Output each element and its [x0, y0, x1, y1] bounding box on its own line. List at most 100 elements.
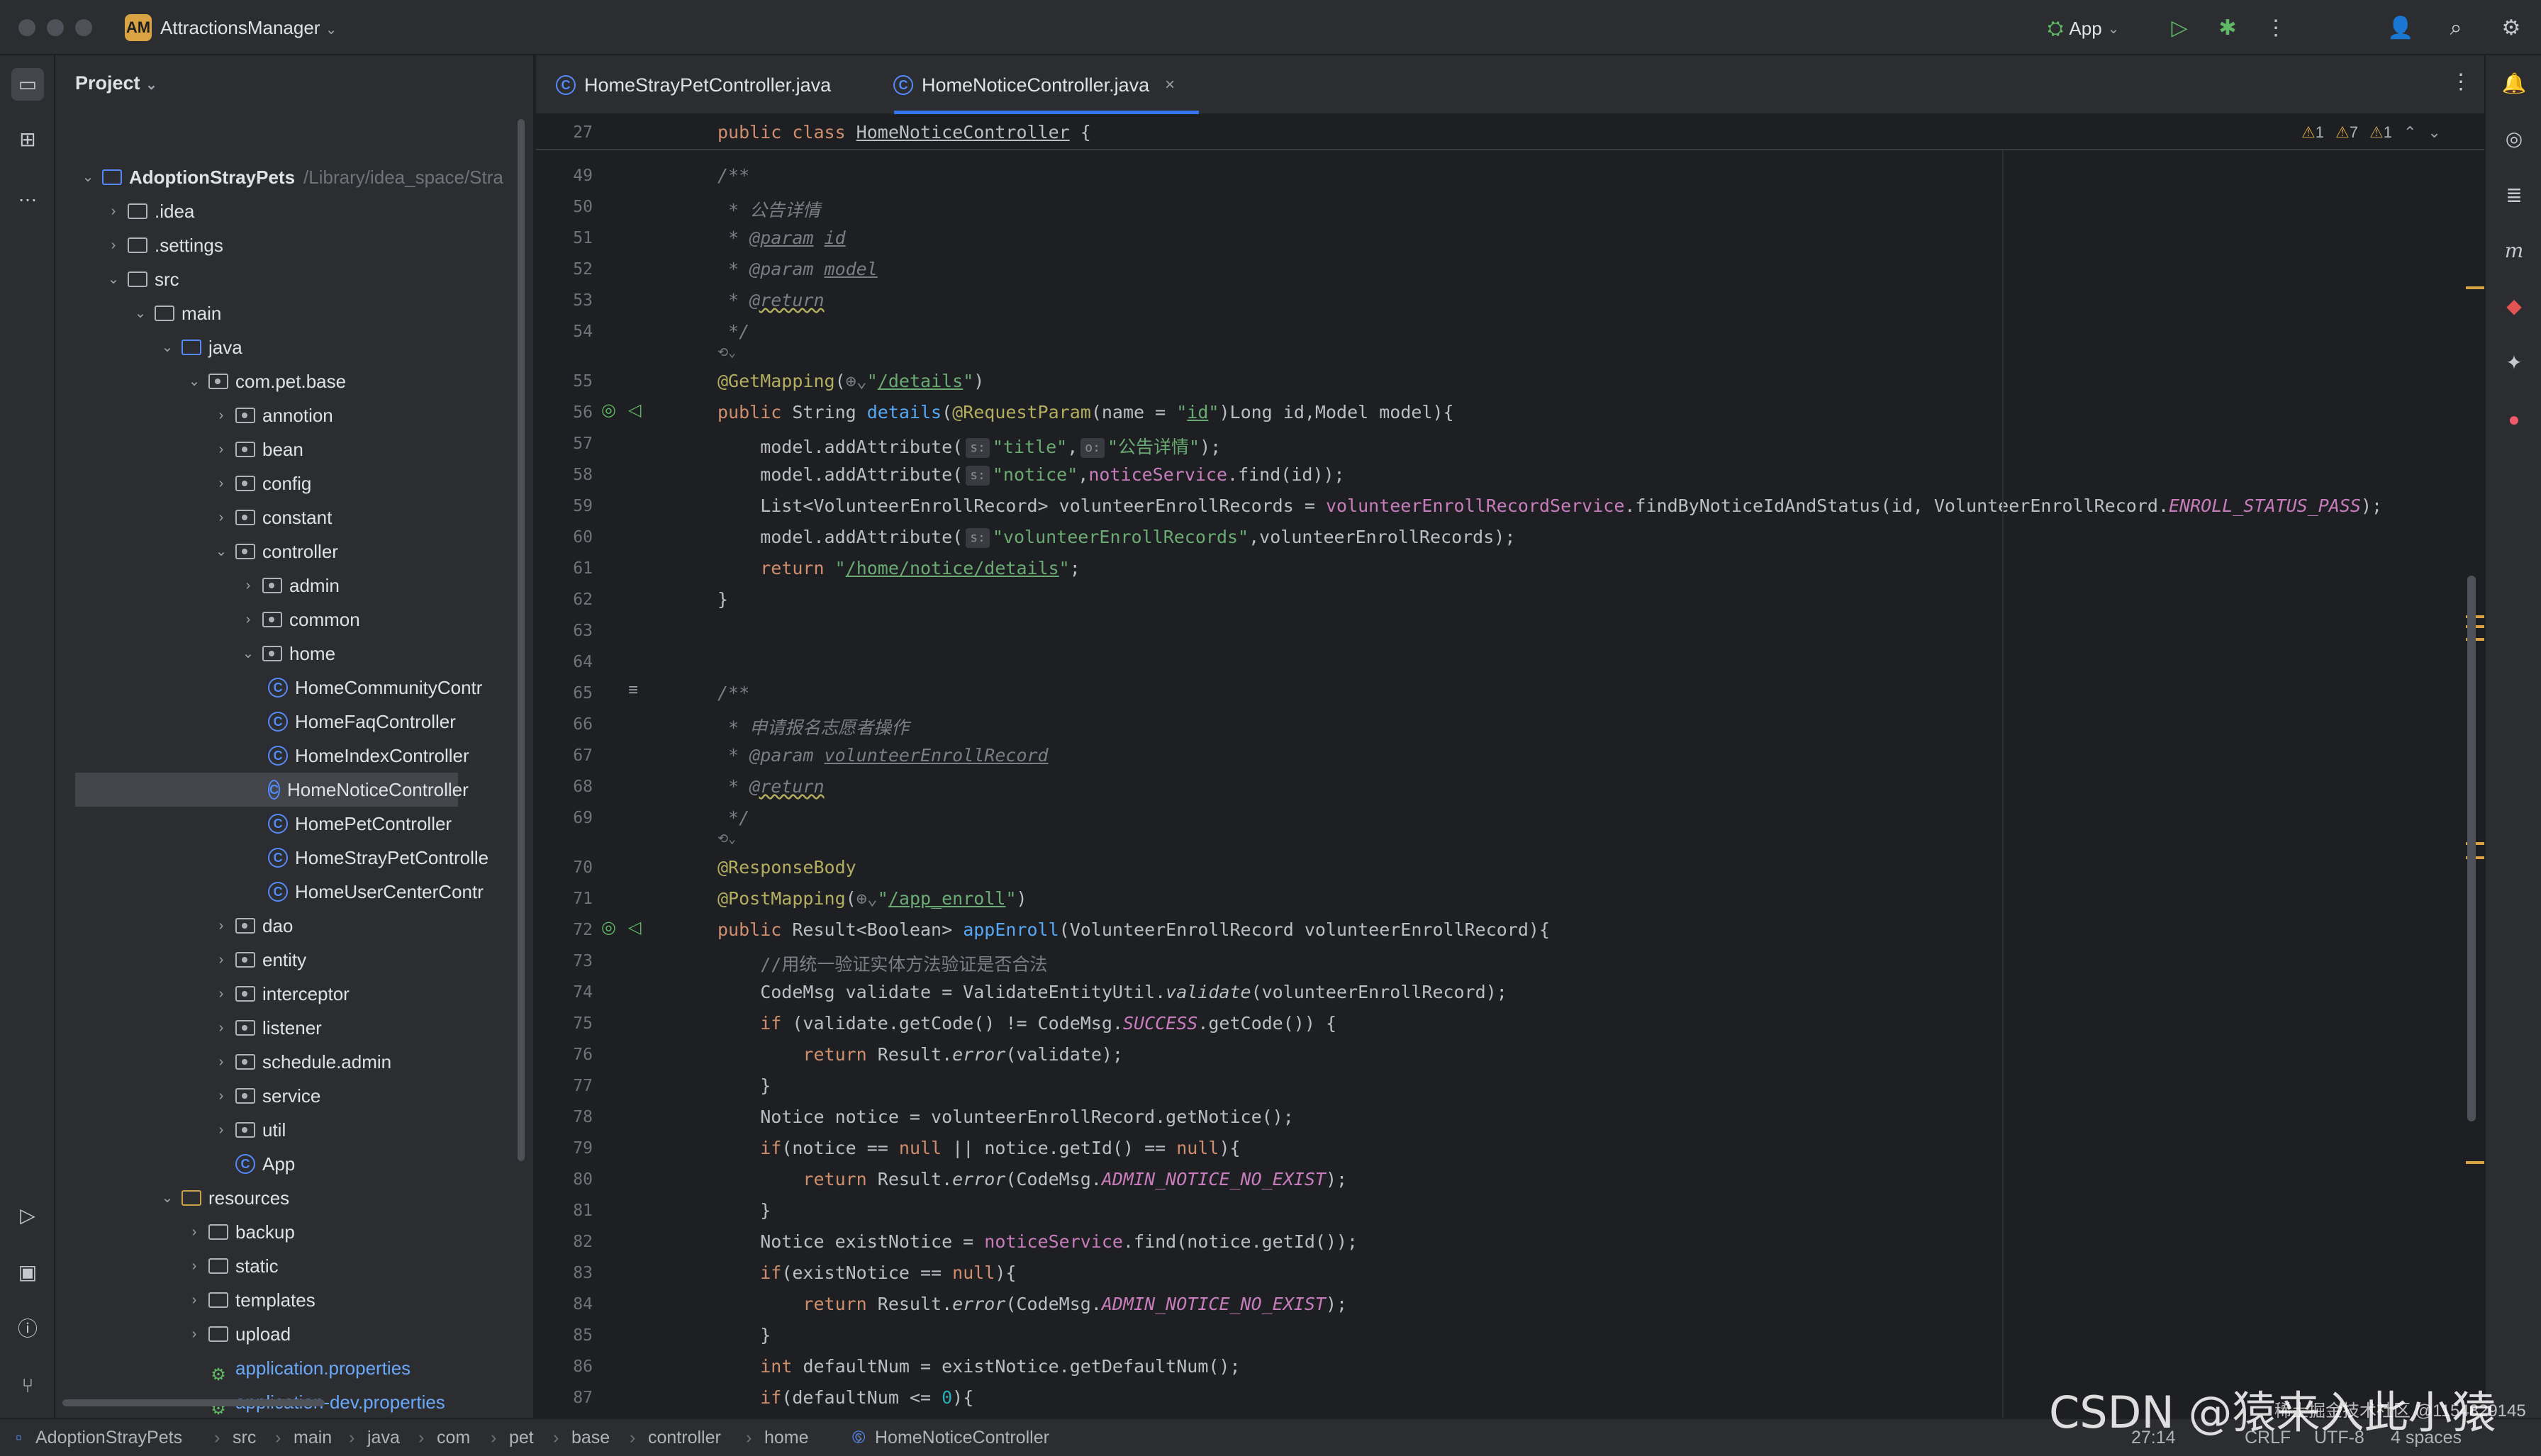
tree-item[interactable]: C App [55, 1147, 516, 1181]
chevron-right-icon[interactable]: › [214, 977, 228, 1011]
chevron-right-icon[interactable]: › [187, 1283, 201, 1317]
tree-item[interactable]: ⌄ main [55, 296, 516, 330]
tree-item[interactable]: › entity [55, 943, 516, 977]
tree-item[interactable]: › dao [55, 909, 516, 943]
terminal-tool-icon[interactable]: ▣ [11, 1256, 44, 1289]
sticky-class-header[interactable]: 27 public class HomeNoticeController { ⚠… [536, 116, 2484, 150]
tree-item[interactable]: C HomeCommunityContr [55, 671, 516, 705]
structure-tool-icon[interactable]: ⊞ [11, 123, 44, 156]
chevron-down-icon[interactable]: ⌄ [106, 262, 121, 296]
maven-icon[interactable]: m [2498, 235, 2530, 267]
code-line[interactable]: */ [717, 807, 749, 828]
problems-tool-icon[interactable]: ⓘ [11, 1313, 44, 1345]
close-window-button[interactable] [18, 19, 35, 36]
code-line[interactable]: model.addAttribute(s: "title", o: "公告详情"); [717, 433, 1221, 459]
code-line[interactable]: int defaultNum = existNotice.getDefaultN… [717, 1356, 1240, 1377]
code-line[interactable]: Notice notice = volunteerEnrollRecord.ge… [717, 1107, 1294, 1127]
code-line[interactable]: return "/home/notice/details"; [717, 558, 1080, 578]
chevron-right-icon[interactable]: › [106, 228, 121, 262]
endpoint-icon[interactable]: ◁ [628, 917, 641, 938]
more-tools-icon[interactable]: … [11, 179, 44, 211]
add-user-icon[interactable]: 👤 [2386, 14, 2415, 43]
breadcrumb-item[interactable]: base [571, 1428, 610, 1448]
chevron-down-icon[interactable]: ⌄ [160, 330, 174, 364]
code-line[interactable]: model.addAttribute(s: "volunteerEnrollRec… [717, 527, 1515, 548]
bean-icon[interactable]: ◎ [601, 400, 616, 420]
endpoint-icon[interactable]: ◁ [628, 400, 641, 420]
chevron-right-icon[interactable]: › [214, 909, 228, 943]
breadcrumb-item[interactable]: pet [509, 1428, 534, 1448]
tree-horizontal-scrollbar[interactable] [62, 1399, 325, 1406]
tab-home-stray-pet-controller[interactable]: C HomeStrayPetController.java [556, 55, 831, 115]
chevron-down-icon[interactable]: ⌄ [160, 1181, 174, 1215]
tree-item[interactable]: › util [55, 1113, 516, 1147]
fold-hint-icon[interactable]: ⟲⌄ [717, 345, 736, 360]
chevron-right-icon[interactable]: › [106, 194, 121, 228]
search-icon[interactable]: ⌕ [2442, 14, 2470, 43]
chevron-down-icon[interactable]: ⌄ [187, 364, 201, 398]
chevron-right-icon[interactable]: › [241, 603, 255, 637]
code-line[interactable]: * @param model [717, 259, 878, 279]
chevron-right-icon[interactable]: › [187, 1215, 201, 1249]
code-line[interactable]: CodeMsg validate = ValidateEntityUtil.va… [717, 982, 1507, 1002]
code-line[interactable]: @ResponseBody [717, 857, 856, 878]
database-icon[interactable]: ≣ [2498, 180, 2530, 211]
tree-item[interactable]: › templates [55, 1283, 516, 1317]
chevron-down-icon[interactable]: ⌄ [133, 296, 147, 330]
tree-item[interactable]: ⌄ controller [55, 534, 516, 569]
code-line[interactable]: } [717, 589, 728, 610]
code-line[interactable]: * @param id [717, 228, 846, 248]
tree-scrollbar[interactable] [518, 119, 525, 1161]
tree-item[interactable]: › annotion [55, 398, 516, 432]
debug-icon[interactable]: ✱ [2213, 14, 2242, 43]
tree-item[interactable]: ⌄ src [55, 262, 516, 296]
code-line[interactable]: public String details(@RequestParam(name… [717, 402, 1454, 422]
tree-item[interactable]: › .settings [55, 228, 516, 262]
code-line[interactable]: * @return [717, 290, 824, 310]
code-line[interactable]: if(defaultNum <= 0){ [717, 1387, 973, 1408]
tree-item[interactable]: ⚙ application.properties [55, 1351, 516, 1385]
project-badge[interactable]: AM [125, 14, 152, 41]
bean-icon[interactable]: ◎ [601, 917, 616, 938]
tree-item[interactable]: › listener [55, 1011, 516, 1045]
ai-assistant-icon[interactable]: ◎ [2498, 123, 2530, 155]
tree-item[interactable]: C HomePetController [55, 807, 516, 841]
chevron-right-icon[interactable]: › [214, 1113, 228, 1147]
tree-item[interactable]: ⌄ home [55, 637, 516, 671]
chevron-down-icon[interactable]: ⌄ [241, 637, 255, 671]
tree-item[interactable]: › static [55, 1249, 516, 1283]
tree-item[interactable]: ⌄ com.pet.base [55, 364, 516, 398]
tree-item[interactable]: ⌄ AdoptionStrayPets/Library/idea_space/St… [55, 160, 516, 194]
tree-item[interactable]: ⌄ resources [55, 1181, 516, 1215]
project-tool-icon[interactable]: ▭ [11, 68, 44, 101]
chevron-right-icon[interactable]: › [214, 432, 228, 466]
breadcrumb-item[interactable]: java [367, 1428, 400, 1448]
code-line[interactable]: public Result<Boolean> appEnroll(Volunte… [717, 919, 1550, 940]
code-line[interactable]: */ [717, 321, 749, 342]
tree-item[interactable]: C HomeNoticeController [75, 773, 469, 807]
tree-item[interactable]: C HomeStrayPetControlle [55, 841, 516, 875]
more-icon[interactable]: ⋮ [2262, 14, 2290, 43]
code-line[interactable]: //用统一验证实体方法验证是否合法 [717, 951, 1047, 976]
breadcrumb-item[interactable]: main [294, 1428, 332, 1448]
settings-icon[interactable]: ⚙ [2497, 14, 2525, 43]
code-line[interactable]: if(notice == null || notice.getId() == n… [717, 1138, 1240, 1158]
tree-item[interactable]: › interceptor [55, 977, 516, 1011]
chevron-right-icon[interactable]: › [241, 569, 255, 603]
chevron-up-icon[interactable]: ⌃ [2403, 123, 2416, 142]
code-editor[interactable]: 49 50 51 52 53 54 55 56 57 58 59 60 61 62 63 64 65 66 67 68… [536, 116, 2484, 1418]
code-line[interactable]: model.addAttribute(s: "notice",noticeServ… [717, 464, 1345, 486]
maximize-window-button[interactable] [75, 19, 92, 36]
tree-item[interactable]: › common [55, 603, 516, 637]
breadcrumb-item[interactable]: HomeNoticeController [875, 1428, 1049, 1448]
tree-item[interactable]: › .idea [55, 194, 516, 228]
tree-item[interactable]: › constant [55, 500, 516, 534]
git-tool-icon[interactable]: ⑂ [11, 1370, 44, 1402]
chevron-right-icon[interactable]: › [187, 1317, 201, 1351]
chevron-right-icon[interactable]: › [214, 1011, 228, 1045]
plugin-red-icon[interactable]: ● [2498, 404, 2530, 435]
code-line[interactable]: @GetMapping(⊕⌄"/details") [717, 371, 984, 391]
breadcrumb-item[interactable]: home [764, 1428, 809, 1448]
tree-item[interactable]: › config [55, 466, 516, 500]
plugin-bird-icon[interactable]: ◆ [2498, 291, 2530, 322]
